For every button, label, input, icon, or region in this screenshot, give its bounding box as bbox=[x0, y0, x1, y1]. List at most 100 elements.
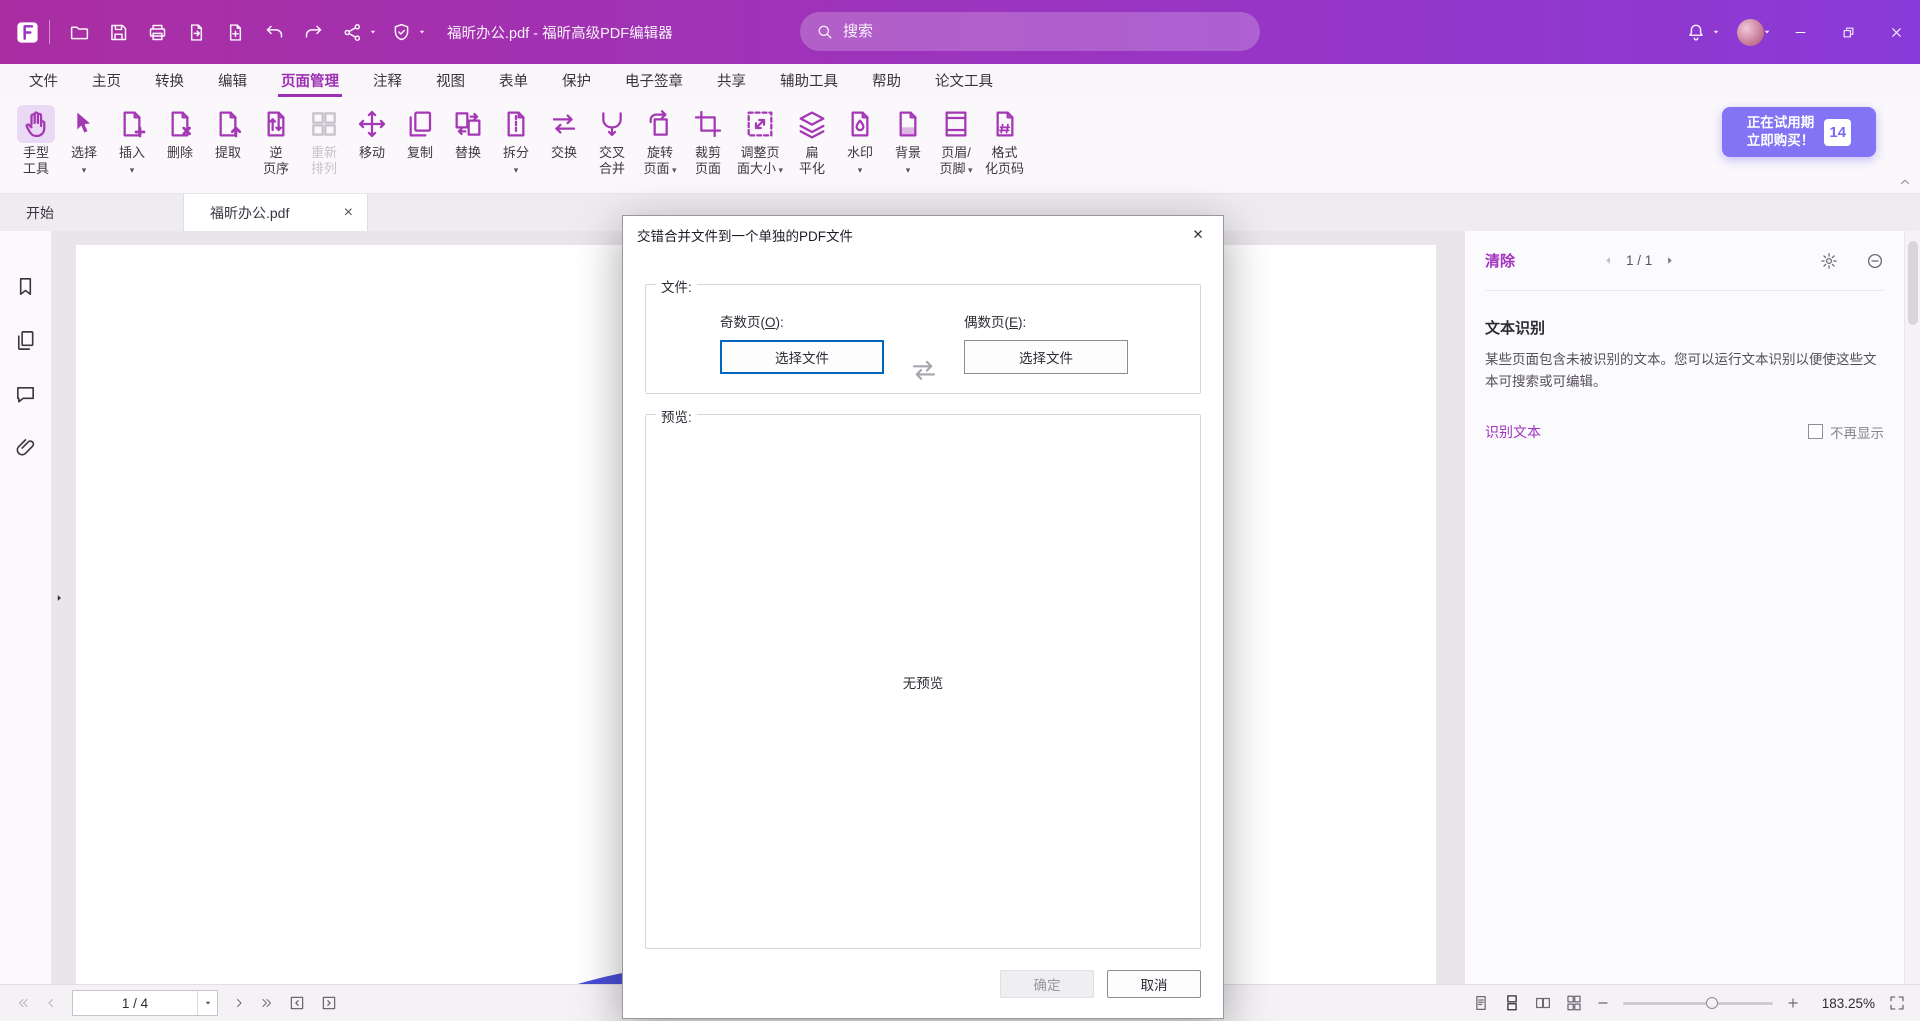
ribbon-tool-replace-pages[interactable]: 替换 bbox=[444, 103, 492, 163]
recognize-text-link[interactable]: 识别文本 bbox=[1485, 422, 1541, 442]
save-icon[interactable] bbox=[108, 22, 129, 43]
dialog-close-button[interactable]: ✕ bbox=[1173, 216, 1223, 254]
menu-item-12[interactable]: 辅助工具 bbox=[763, 64, 855, 97]
collapse-ribbon-icon[interactable] bbox=[1898, 175, 1912, 189]
menu-item-3[interactable]: 转换 bbox=[138, 64, 201, 97]
single-page-view-icon[interactable] bbox=[1472, 994, 1490, 1012]
share-icon[interactable] bbox=[342, 22, 363, 43]
create-pdf-icon[interactable] bbox=[225, 22, 246, 43]
notification-bell-icon[interactable] bbox=[1686, 22, 1706, 42]
print-icon[interactable] bbox=[147, 22, 168, 43]
search-bar[interactable] bbox=[800, 12, 1260, 51]
ribbon-tool-flatten[interactable]: 扁平化 bbox=[788, 103, 836, 178]
menu-item-10[interactable]: 电子签章 bbox=[608, 64, 700, 97]
page-dropdown[interactable] bbox=[197, 991, 217, 1015]
dismiss-checkbox[interactable] bbox=[1808, 424, 1823, 439]
tab-start[interactable]: 开始 bbox=[0, 194, 184, 231]
ribbon-tool-watermark[interactable]: 水印▾ bbox=[836, 103, 884, 178]
sidebar-bookmarks-icon[interactable] bbox=[14, 275, 37, 298]
vertical-scrollbar[interactable] bbox=[1904, 231, 1920, 984]
zoom-out-icon[interactable] bbox=[1596, 996, 1610, 1010]
panel-settings-icon[interactable] bbox=[1820, 252, 1838, 270]
page-number-box[interactable]: 1 / 4 bbox=[72, 990, 218, 1016]
minimize-button[interactable] bbox=[1776, 0, 1824, 64]
menu-item-1[interactable]: 文件 bbox=[12, 64, 75, 97]
menu-item-14[interactable]: 论文工具 bbox=[918, 64, 1010, 97]
previous-view-icon[interactable] bbox=[288, 994, 306, 1012]
panel-collapse-icon[interactable] bbox=[1866, 252, 1884, 270]
menu-item-11[interactable]: 共享 bbox=[700, 64, 763, 97]
avatar[interactable] bbox=[1737, 19, 1764, 46]
ribbon-tool-split-document[interactable]: 拆分▾ bbox=[492, 103, 540, 178]
menu-item-9[interactable]: 保护 bbox=[545, 64, 608, 97]
ribbon-tool-duplicate-pages[interactable]: 复制 bbox=[396, 103, 444, 163]
bell-caret-icon[interactable] bbox=[1711, 27, 1721, 37]
foxit-logo[interactable] bbox=[14, 19, 41, 46]
sidebar-attachments-icon[interactable] bbox=[14, 437, 37, 460]
next-view-icon[interactable] bbox=[320, 994, 338, 1012]
ribbon-tool-rearrange-pages: 重新排列 bbox=[300, 103, 348, 178]
trial-purchase-button[interactable]: 正在试用期 立即购买！ 14 bbox=[1722, 107, 1876, 157]
ribbon-tool-move-pages[interactable]: 移动 bbox=[348, 103, 396, 163]
flatten-icon bbox=[796, 108, 828, 140]
search-input[interactable] bbox=[843, 23, 1244, 40]
fullscreen-icon[interactable] bbox=[1888, 994, 1906, 1012]
ribbon-tool-interleave-merge[interactable]: 交叉合并 bbox=[588, 103, 636, 178]
menu-item-13[interactable]: 帮助 bbox=[855, 64, 918, 97]
next-page-icon[interactable] bbox=[232, 996, 246, 1010]
tab-close-icon[interactable]: × bbox=[318, 205, 353, 221]
menu-item-4[interactable]: 编辑 bbox=[201, 64, 264, 97]
restore-button[interactable] bbox=[1824, 0, 1872, 64]
share-caret-icon[interactable] bbox=[368, 27, 378, 37]
sidebar-pages-icon[interactable] bbox=[14, 329, 37, 352]
protect-icon[interactable] bbox=[391, 22, 412, 43]
open-file-icon[interactable] bbox=[69, 22, 90, 43]
clear-button[interactable]: 清除 bbox=[1485, 250, 1515, 271]
avatar-caret-icon[interactable] bbox=[1762, 27, 1772, 37]
export-pdf-icon[interactable] bbox=[186, 22, 207, 43]
scrollbar-thumb[interactable] bbox=[1908, 241, 1918, 325]
ribbon-tool-crop-pages[interactable]: 裁剪页面 bbox=[684, 103, 732, 178]
odd-pages-column: 奇数页(O): 选择文件 bbox=[720, 311, 884, 374]
next-result-icon[interactable] bbox=[1664, 255, 1675, 266]
ribbon-tool-insert-pages[interactable]: 插入▾ bbox=[108, 103, 156, 178]
last-page-icon[interactable] bbox=[260, 996, 274, 1010]
ribbon-tool-swap-pages[interactable]: 交换 bbox=[540, 103, 588, 163]
zoom-slider-thumb[interactable] bbox=[1706, 997, 1718, 1009]
ribbon-tool-hand-tool[interactable]: 手型工具 bbox=[12, 103, 60, 178]
ribbon-tool-format-page-number[interactable]: 格式化页码 bbox=[980, 103, 1029, 178]
zoom-level[interactable]: 183.25% bbox=[1813, 996, 1875, 1011]
zoom-slider[interactable] bbox=[1623, 996, 1773, 1010]
choose-even-file-button[interactable]: 选择文件 bbox=[964, 340, 1128, 374]
facing-view-icon[interactable] bbox=[1534, 994, 1552, 1012]
close-button[interactable] bbox=[1872, 0, 1920, 64]
ribbon-tool-rotate-pages[interactable]: 旋转页面 ▾ bbox=[636, 103, 684, 178]
sidebar-comments-icon[interactable] bbox=[14, 383, 37, 406]
ribbon-tool-resize-pages[interactable]: 调整页面大小 ▾ bbox=[732, 103, 788, 178]
ribbon-tool-reverse-page-order[interactable]: 逆页序 bbox=[252, 103, 300, 178]
ribbon-tool-header-footer[interactable]: 页眉/页脚 ▾ bbox=[932, 103, 980, 178]
dismiss-option[interactable]: 不再显示 bbox=[1808, 422, 1884, 442]
ribbon-tool-background[interactable]: 背景▾ bbox=[884, 103, 932, 178]
facing-continuous-view-icon[interactable] bbox=[1565, 994, 1583, 1012]
protect-caret-icon[interactable] bbox=[417, 27, 427, 37]
menu-item-5[interactable]: 页面管理 bbox=[264, 64, 356, 97]
redo-icon[interactable] bbox=[303, 22, 324, 43]
undo-icon[interactable] bbox=[264, 22, 285, 43]
menu-item-2[interactable]: 主页 bbox=[75, 64, 138, 97]
cancel-button[interactable]: 取消 bbox=[1107, 970, 1201, 998]
expand-panel-handle[interactable] bbox=[52, 583, 66, 613]
ribbon-tool-delete-pages[interactable]: 删除 bbox=[156, 103, 204, 163]
zoom-in-icon[interactable] bbox=[1786, 996, 1800, 1010]
ribbon-tool-extract-pages[interactable]: 提取 bbox=[204, 103, 252, 163]
hand-icon bbox=[20, 108, 52, 140]
menu-item-8[interactable]: 表单 bbox=[482, 64, 545, 97]
choose-odd-file-button[interactable]: 选择文件 bbox=[720, 340, 884, 374]
ribbon-tool-label: 替换 bbox=[455, 145, 481, 161]
tab-document[interactable]: 福昕办公.pdf× bbox=[184, 194, 368, 231]
menu-item-6[interactable]: 注释 bbox=[356, 64, 419, 97]
continuous-view-icon[interactable] bbox=[1503, 994, 1521, 1012]
ribbon-tool-select-tool[interactable]: 选择▾ bbox=[60, 103, 108, 178]
menu-item-7[interactable]: 视图 bbox=[419, 64, 482, 97]
ribbon-tool-label: 页眉/页脚 ▾ bbox=[940, 145, 973, 176]
